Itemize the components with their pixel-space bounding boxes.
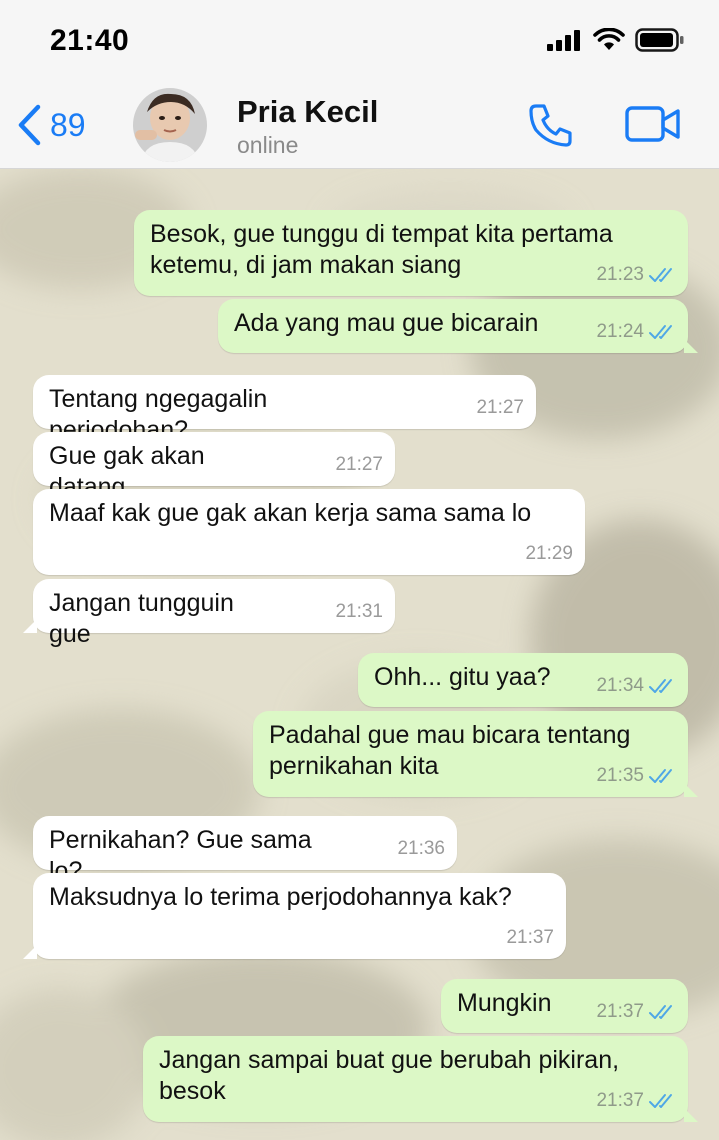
message-meta: 21:37 (596, 996, 676, 1027)
chevron-left-icon (18, 104, 41, 146)
read-receipt-icon (649, 678, 672, 693)
bubble-tail (684, 339, 698, 353)
message-meta: 21:24 (596, 316, 676, 347)
message-meta: 21:37 (596, 1085, 676, 1116)
message-meta: 21:35 (596, 760, 676, 791)
status-icons (547, 28, 685, 52)
message-text: Besok, gue tunggu di tempat kita pertama… (150, 220, 613, 279)
outgoing-message[interactable]: Padahal gue mau bicara tentang pernikaha… (253, 711, 698, 797)
read-receipt-icon (649, 1004, 672, 1019)
message-time: 21:37 (506, 927, 554, 948)
status-time: 21:40 (50, 24, 130, 57)
contact-name[interactable]: Pria Kecil (237, 94, 378, 130)
message-meta: 21:27 (335, 449, 383, 480)
incoming-message[interactable]: Gue gak akan datang 21:27 (33, 432, 395, 501)
message-meta: 21:34 (596, 670, 676, 701)
message-time: 21:37 (596, 1090, 644, 1111)
message-time: 21:24 (596, 321, 644, 342)
message-time: 21:37 (596, 1001, 644, 1022)
bubble-tail (23, 945, 37, 959)
incoming-message[interactable]: Maaf kak gue gak akan kerja sama sama lo… (33, 489, 585, 575)
bubble-tail (23, 619, 37, 633)
phone-icon (529, 104, 572, 147)
incoming-message[interactable]: Tentang ngegagalin perjodohan? 21:27 (33, 375, 536, 444)
incoming-message[interactable]: Maksudnya lo terima perjodohannya kak? 21… (23, 873, 566, 959)
message-text: Jangan sampai buat gue berubah pikiran, … (159, 1046, 620, 1105)
wifi-icon (593, 28, 625, 50)
message-meta: 21:31 (335, 596, 383, 627)
read-receipt-icon (649, 324, 672, 339)
message-meta: 21:37 (506, 922, 554, 953)
status-bar: 21:40 (0, 0, 719, 82)
outgoing-message[interactable]: Mungkin 21:37 (441, 979, 688, 1033)
cellular-signal-icon (547, 30, 580, 51)
message-time: 21:23 (596, 264, 644, 285)
bubble-tail (684, 1108, 698, 1122)
message-time: 21:27 (335, 454, 383, 475)
unread-count: 89 (50, 106, 86, 143)
outgoing-message[interactable]: Besok, gue tunggu di tempat kita pertama… (134, 210, 688, 296)
message-meta: 21:27 (476, 392, 524, 423)
message-time: 21:29 (525, 543, 573, 564)
message-time: 21:34 (596, 675, 644, 696)
video-call-button[interactable] (624, 104, 682, 149)
voice-call-button[interactable] (526, 100, 576, 155)
message-time: 21:27 (476, 397, 524, 418)
message-time: 21:36 (397, 838, 445, 859)
bubble-tail (684, 783, 698, 797)
incoming-message[interactable]: Jangan tungguin gue 21:31 (23, 579, 395, 648)
avatar[interactable] (133, 88, 207, 162)
message-text: Maaf kak gue gak akan kerja sama sama lo (49, 499, 532, 527)
read-receipt-icon (649, 1093, 672, 1108)
message-time: 21:35 (596, 765, 644, 786)
message-meta: 21:23 (596, 259, 676, 290)
outgoing-message[interactable]: Ada yang mau gue bicarain 21:24 (218, 299, 698, 353)
video-camera-icon (625, 106, 680, 142)
battery-icon (635, 28, 684, 52)
message-time: 21:31 (335, 601, 383, 622)
message-meta: 21:29 (525, 538, 573, 569)
contact-status: online (237, 132, 299, 158)
message-meta: 21:36 (397, 833, 445, 864)
incoming-message[interactable]: Pernikahan? Gue sama lo? 21:36 (33, 816, 457, 885)
outgoing-message[interactable]: Jangan sampai buat gue berubah pikiran, … (143, 1036, 698, 1122)
message-text: Maksudnya lo terima perjodohannya kak? (49, 883, 512, 911)
outgoing-message[interactable]: Ohh... gitu yaa? 21:34 (358, 653, 688, 707)
chat-area[interactable]: Besok, gue tunggu di tempat kita pertama… (0, 169, 719, 1140)
read-receipt-icon (649, 267, 672, 282)
read-receipt-icon (649, 768, 672, 783)
chat-header: 89 Pria Kecil online (0, 82, 719, 169)
back-button[interactable]: 89 (16, 104, 86, 146)
message-text: Jangan tungguin gue (49, 589, 234, 648)
